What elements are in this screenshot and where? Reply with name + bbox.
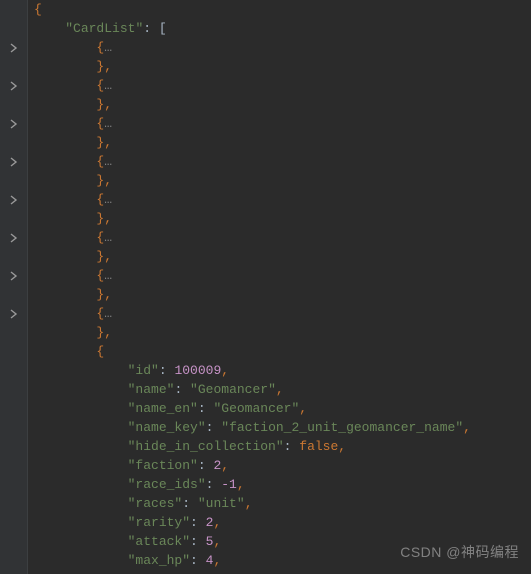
code-line: },: [28, 95, 531, 114]
code-editor: { "CardList": [ {… }, {… }, {… }, {… }, …: [0, 0, 531, 574]
code-line: "name": "Geomancer",: [28, 380, 531, 399]
folded-object: {…: [28, 304, 531, 323]
fold-chevron-icon[interactable]: [9, 81, 19, 91]
fold-chevron-icon[interactable]: [9, 195, 19, 205]
fold-chevron-icon[interactable]: [9, 309, 19, 319]
code-line: "races": "unit",: [28, 494, 531, 513]
code-line: "name_key": "faction_2_unit_geomancer_na…: [28, 418, 531, 437]
folded-object: {…: [28, 228, 531, 247]
json-value: Geomancer: [221, 401, 291, 416]
folded-object: {…: [28, 38, 531, 57]
code-line: "name_en": "Geomancer",: [28, 399, 531, 418]
folded-object: {…: [28, 190, 531, 209]
code-line: },: [28, 57, 531, 76]
code-area[interactable]: { "CardList": [ {… }, {… }, {… }, {… }, …: [28, 0, 531, 574]
folded-object: {…: [28, 266, 531, 285]
folded-object: {…: [28, 76, 531, 95]
code-line: },: [28, 133, 531, 152]
fold-chevron-icon[interactable]: [9, 157, 19, 167]
code-line: "rarity": 2,: [28, 513, 531, 532]
gutter: [0, 0, 28, 574]
code-line: {: [28, 0, 531, 19]
code-line: "CardList": [: [28, 19, 531, 38]
code-line: "attack": 5,: [28, 532, 531, 551]
json-value: -1: [221, 477, 237, 492]
fold-chevron-icon[interactable]: [9, 43, 19, 53]
folded-object: {…: [28, 114, 531, 133]
json-value: false: [299, 439, 338, 454]
code-line: "faction": 2,: [28, 456, 531, 475]
code-line: },: [28, 209, 531, 228]
code-line: },: [28, 323, 531, 342]
json-value: Geomancer: [198, 382, 268, 397]
json-value: 100009: [174, 363, 221, 378]
json-value: unit: [206, 496, 237, 511]
code-line: "id": 100009,: [28, 361, 531, 380]
fold-chevron-icon[interactable]: [9, 233, 19, 243]
code-line: "max_hp": 4,: [28, 551, 531, 570]
folded-object: {…: [28, 152, 531, 171]
fold-chevron-icon[interactable]: [9, 119, 19, 129]
code-line: "race_ids": -1,: [28, 475, 531, 494]
json-key: CardList: [73, 21, 135, 36]
code-line: },: [28, 171, 531, 190]
json-value: faction_2_unit_geomancer_name: [229, 420, 455, 435]
code-line: "hide_in_collection": false,: [28, 437, 531, 456]
fold-chevron-icon[interactable]: [9, 271, 19, 281]
code-line: {: [28, 342, 531, 361]
code-line: },: [28, 247, 531, 266]
code-line: },: [28, 285, 531, 304]
